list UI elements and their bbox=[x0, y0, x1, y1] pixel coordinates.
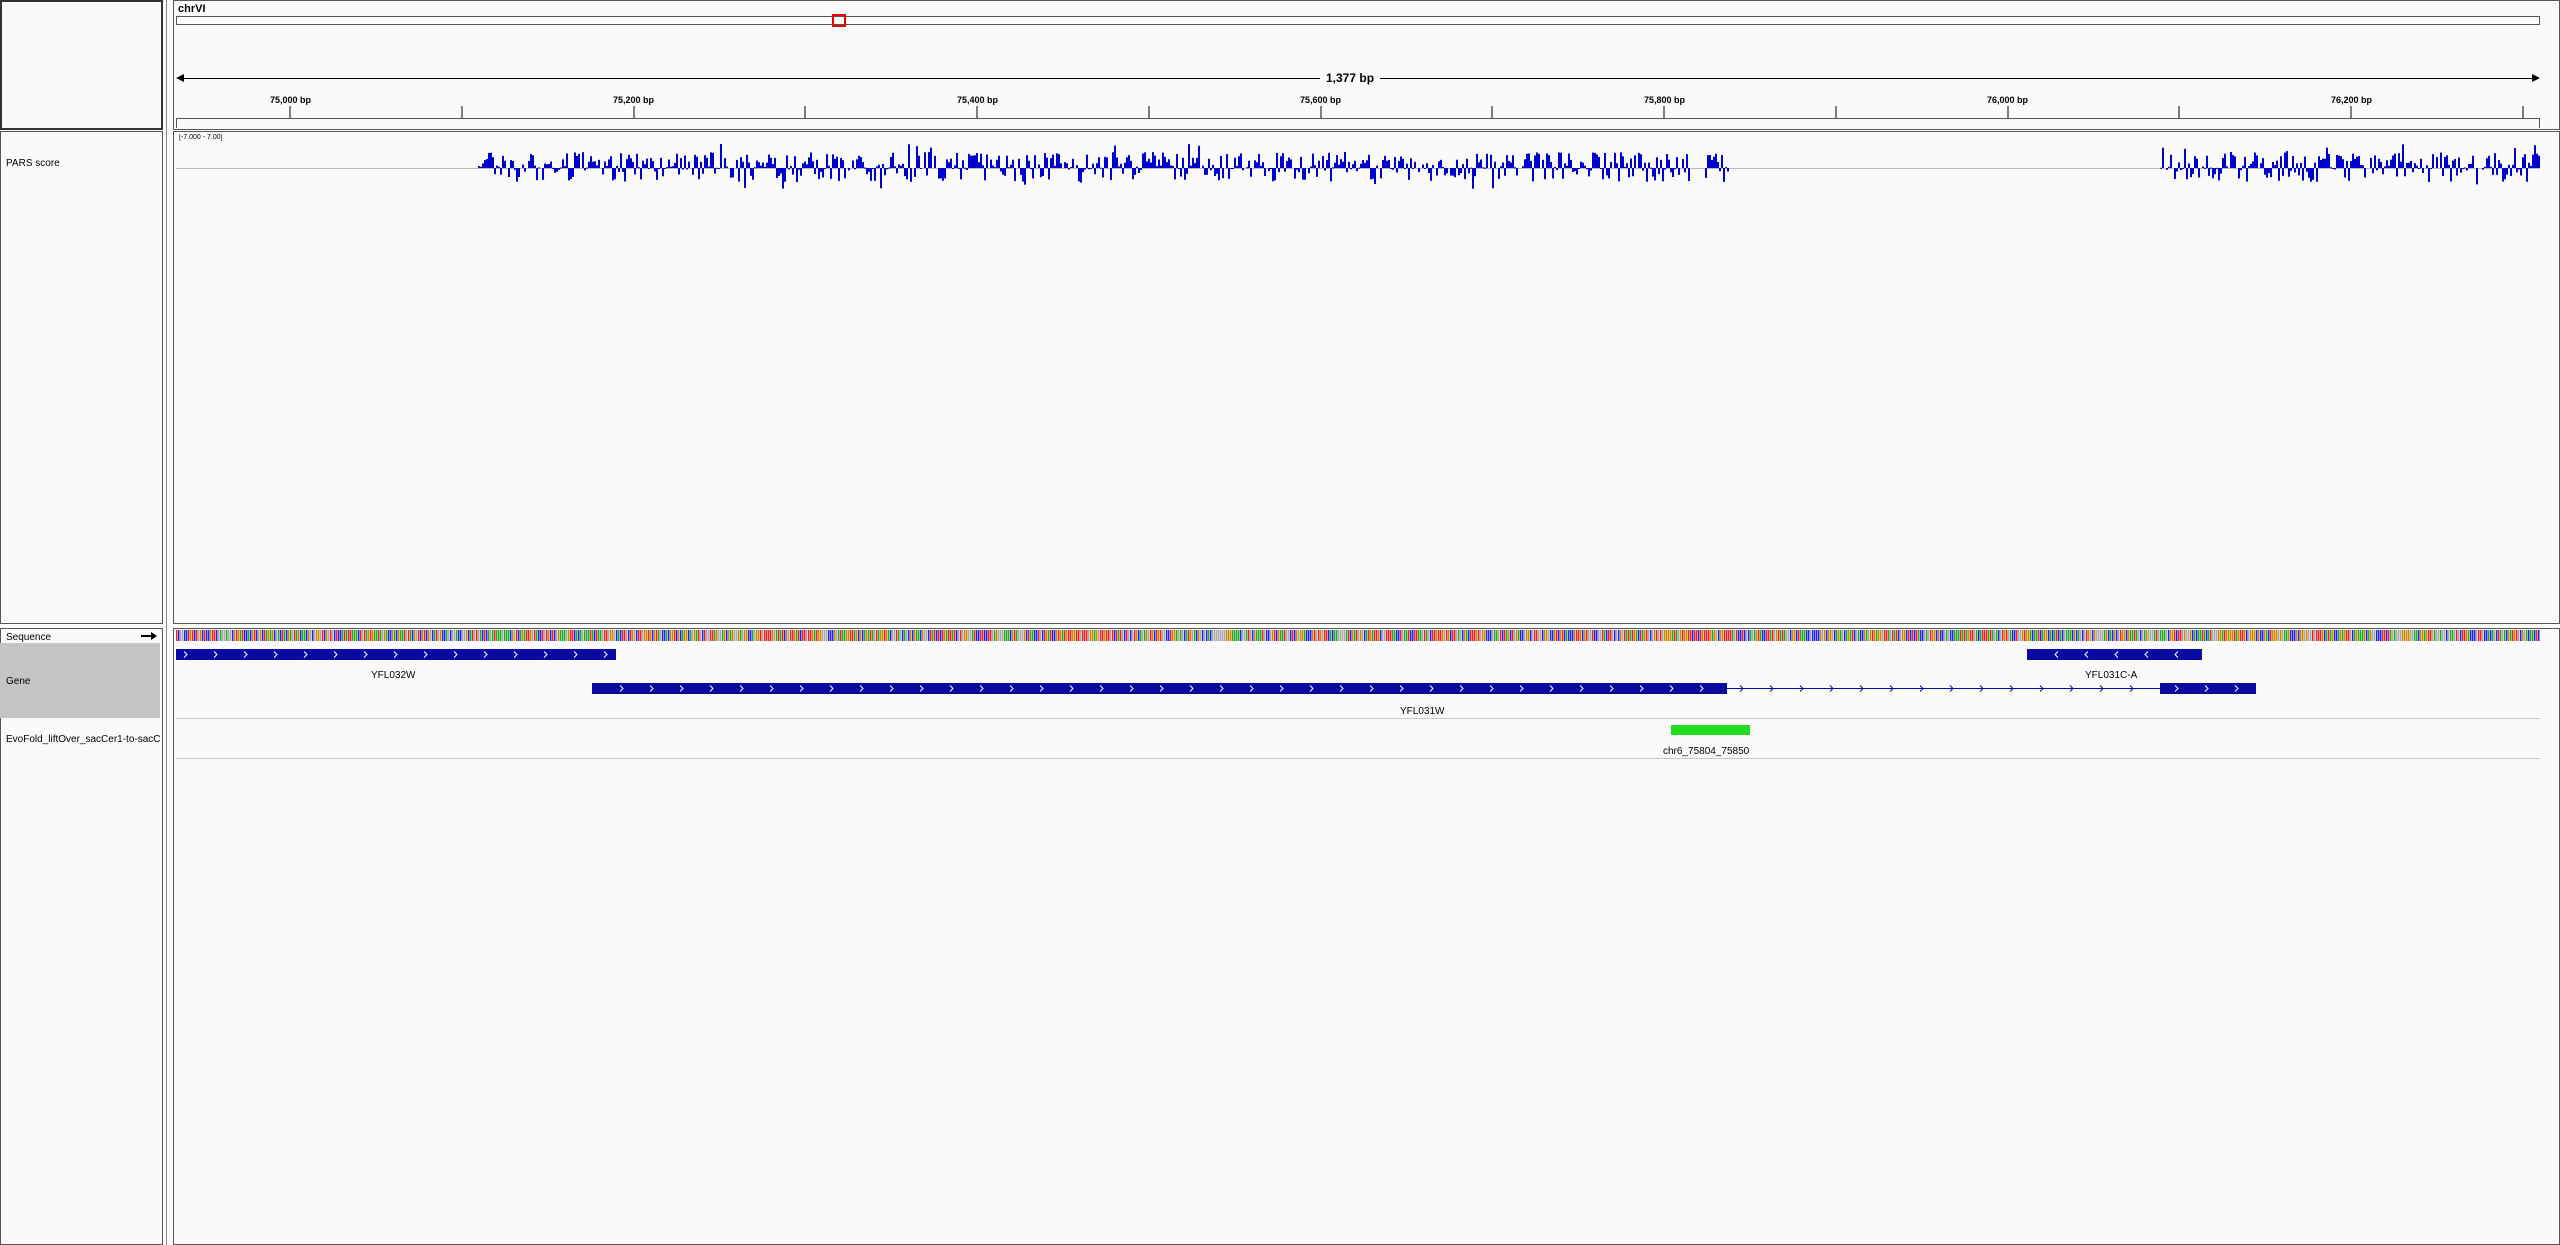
gene-label: YFL031C-A bbox=[2085, 670, 2138, 681]
evofold-feature[interactable] bbox=[1671, 725, 1750, 735]
gene-features[interactable] bbox=[0, 640, 2560, 760]
track-separator bbox=[176, 758, 2540, 759]
gene-label: YFL031W bbox=[1400, 706, 1445, 717]
ruler-ticks bbox=[289, 106, 2524, 118]
pars-score-signal[interactable] bbox=[0, 131, 2560, 231]
gene-label: YFL032W bbox=[371, 670, 416, 681]
track-separator bbox=[176, 718, 2540, 719]
name-data-divider[interactable] bbox=[166, 0, 167, 1245]
evofold-feature-label: chr6_75804_75850 bbox=[1663, 746, 1750, 757]
